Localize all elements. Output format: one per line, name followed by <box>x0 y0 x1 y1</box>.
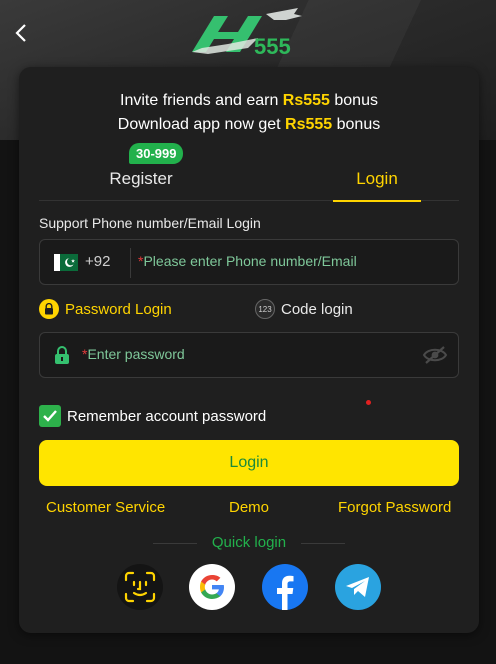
face-id-icon <box>124 571 156 603</box>
demo-link[interactable]: Demo <box>229 499 269 516</box>
eye-off-icon[interactable] <box>422 344 448 366</box>
telegram-login-button[interactable] <box>335 564 381 610</box>
remember-checkbox[interactable] <box>39 405 61 427</box>
notification-dot <box>366 400 371 405</box>
remember-label: Remember account password <box>67 407 267 425</box>
quick-login-label: Quick login <box>211 534 287 551</box>
password-input[interactable]: *Enter password <box>82 346 185 362</box>
password-lock-icon <box>55 346 69 364</box>
facebook-login-button[interactable] <box>262 564 308 610</box>
password-field[interactable]: *Enter password <box>39 332 459 378</box>
password-login-label: Password Login <box>65 300 172 318</box>
country-code-select[interactable]: +92 <box>85 253 110 270</box>
login-mode-row: Password Login 123 Code login <box>39 299 459 321</box>
customer-service-link[interactable]: Customer Service <box>46 499 165 516</box>
divider-line-right <box>301 543 345 544</box>
active-tab-indicator <box>333 200 421 202</box>
lock-icon <box>39 299 59 319</box>
auth-tabs: Register Login <box>39 157 459 202</box>
quick-login-divider: Quick login <box>19 534 479 554</box>
back-button[interactable] <box>10 22 32 44</box>
google-icon <box>200 575 224 599</box>
google-login-button[interactable] <box>189 564 235 610</box>
pakistan-flag-icon <box>54 254 78 271</box>
numeric-code-icon: 123 <box>255 299 275 319</box>
phone-email-input[interactable]: *Please enter Phone number/Email <box>138 253 357 269</box>
login-button[interactable]: Login <box>39 440 459 486</box>
tab-login[interactable]: Login <box>287 157 467 202</box>
password-login-option[interactable]: Password Login <box>39 299 172 319</box>
login-card: Invite friends and earn Rs555 bonus Down… <box>19 67 479 633</box>
invite-banner: Invite friends and earn Rs555 bonus Down… <box>19 89 479 137</box>
brand-logo: 555 <box>188 8 308 60</box>
code-login-label: Code login <box>281 300 353 318</box>
footer-links: Customer Service Demo Forgot Password <box>19 499 479 519</box>
telegram-icon <box>346 577 369 597</box>
support-label: Support Phone number/Email Login <box>39 215 261 231</box>
remember-password-toggle[interactable]: Remember account password <box>39 405 266 427</box>
field-divider <box>130 248 131 278</box>
invite-line-1: Invite friends and earn Rs555 bonus <box>120 92 378 109</box>
code-login-option[interactable]: 123 Code login <box>255 299 353 319</box>
invite-line-2: Download app now get Rs555 bonus <box>117 116 381 133</box>
checkmark-icon <box>43 410 57 422</box>
tab-register-label: Register <box>109 169 173 188</box>
face-id-login-button[interactable] <box>117 564 163 610</box>
tab-login-label: Login <box>356 169 398 188</box>
chevron-left-icon <box>15 24 26 42</box>
svg-text:555: 555 <box>254 34 291 59</box>
forgot-password-link[interactable]: Forgot Password <box>338 499 451 516</box>
register-bonus-badge: 30-999 <box>129 143 184 164</box>
phone-field[interactable]: +92 *Please enter Phone number/Email <box>39 239 459 285</box>
facebook-icon <box>277 575 294 610</box>
